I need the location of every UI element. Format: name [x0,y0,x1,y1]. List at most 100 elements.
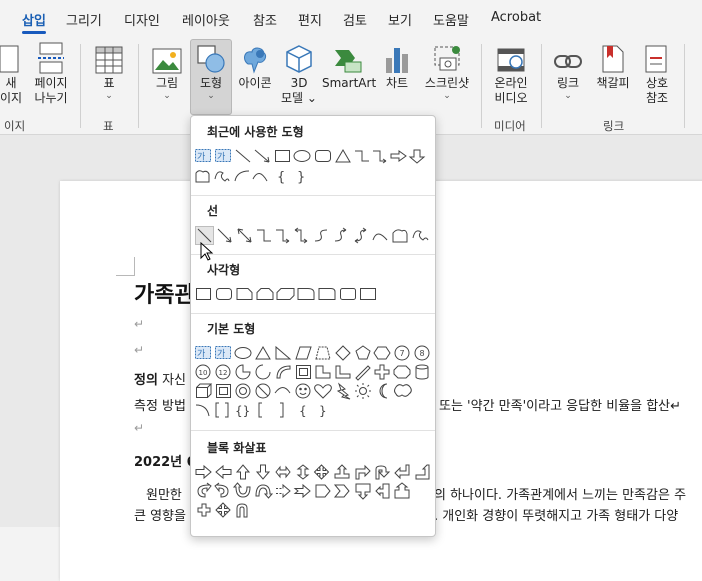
trapezoid-shape-icon[interactable] [315,346,331,360]
rounded-rectangle-icon[interactable] [315,150,331,162]
left-up-arrow-shape-icon[interactable] [394,464,410,480]
down-arrow-shape-icon[interactable] [255,464,271,480]
chart-button[interactable]: 차트 [380,40,414,91]
cube-shape-icon[interactable] [196,383,213,398]
striped-right-arrow-shape-icon[interactable] [276,483,291,499]
left-bracket-shape-icon[interactable] [258,402,262,418]
oval-shape-icon[interactable] [293,150,311,162]
dodecagon-shape-icon[interactable]: 12 [215,364,231,380]
chevron-shape-icon[interactable] [333,484,350,498]
pie-shape-icon[interactable] [235,364,251,380]
round-diagonal-rectangle-icon[interactable] [360,288,376,300]
teardrop-shape-icon[interactable] [276,365,291,379]
tab-insert[interactable]: 삽입 [22,10,46,29]
pentagon-shape-icon[interactable] [355,345,371,360]
quad-arrow-callout-icon[interactable] [197,503,211,517]
octagon-shape-icon[interactable]: 8 [414,345,430,361]
snip-corner-rectangle-icon[interactable] [236,288,253,300]
rounded-rectangle-icon[interactable] [216,288,232,300]
right-arrow-shape-icon[interactable] [195,464,212,480]
smartart-button[interactable]: SmartArt [322,40,376,91]
rectangle-shape-icon[interactable] [275,150,290,162]
freeform-shape-icon[interactable] [195,170,210,183]
page-break-button[interactable]: 페이지 나누기 [30,40,72,106]
curved-right-arrow-shape-icon[interactable] [197,482,212,498]
tab-draw[interactable]: 그리기 [66,10,102,29]
donut-shape-icon[interactable] [235,383,251,399]
curved-arrow-connector-icon[interactable] [334,227,347,242]
tab-help[interactable]: 도움말 [433,10,469,29]
rectangle-shape-icon[interactable] [196,288,211,300]
arrow-line-icon[interactable] [254,149,270,163]
vertical-text-box-icon[interactable]: 가 [215,149,231,163]
left-arrow-shape-icon[interactable] [215,464,232,480]
right-arrow-shape-icon[interactable] [390,150,407,162]
triangle-shape-icon[interactable] [335,149,351,163]
icons-button[interactable]: 아이콘 [236,40,274,91]
half-frame-shape-icon[interactable] [315,365,331,379]
double-arrow-line-icon[interactable] [237,228,252,243]
cloud-shape-icon[interactable] [394,384,412,397]
arc-shape-icon[interactable] [234,170,250,182]
elbow-connector-icon[interactable] [257,229,271,242]
pentagon-arrow-shape-icon[interactable] [315,484,331,498]
arc-shape-icon[interactable] [195,404,210,417]
3d-models-button[interactable]: 3D 모델 ⌄ [280,40,318,106]
curved-double-arrow-connector-icon[interactable] [354,227,367,244]
link-button[interactable]: 링크 ⌄ [550,40,586,101]
heart-shape-icon[interactable] [314,384,332,399]
right-brace-shape-icon[interactable]: } [319,404,327,418]
tab-acrobat[interactable]: Acrobat [491,10,541,25]
tab-mailings[interactable]: 편지 [298,10,322,29]
double-bracket-shape-icon[interactable] [215,402,229,418]
sun-shape-icon[interactable] [355,383,371,399]
left-brace-shape-icon[interactable]: { [299,404,307,418]
frame-shape-icon[interactable] [296,365,311,379]
curved-left-arrow-shape-icon[interactable] [214,482,229,498]
elbow-double-arrow-connector-icon[interactable] [294,227,308,244]
block-arc-shape-icon[interactable] [274,387,291,394]
hexagon-shape-icon[interactable] [373,346,391,360]
bent-arrow-shape-icon[interactable] [355,464,371,480]
left-right-arrow-shape-icon[interactable] [275,465,291,479]
diamond-shape-icon[interactable] [335,345,351,361]
four-way-arrow-icon[interactable] [215,502,231,518]
right-bracket-shape-icon[interactable] [280,402,284,418]
snip-same-side-rectangle-icon[interactable] [256,288,274,300]
right-brace-shape-icon[interactable]: } [297,170,305,185]
smiley-face-icon[interactable] [295,383,311,399]
left-arrow-callout-icon[interactable] [375,483,390,499]
can-shape-icon[interactable] [415,364,429,380]
down-arrow-shape-icon[interactable] [408,149,426,164]
l-shape-icon[interactable] [335,365,351,379]
arrow-line-icon[interactable] [217,228,232,243]
chord-shape-icon[interactable] [255,364,271,380]
online-video-button[interactable]: 온라인 비디오 [488,40,534,106]
decagon-shape-icon[interactable]: 10 [195,364,211,380]
up-down-arrow-shape-icon[interactable] [296,464,310,480]
elbow-arrow-connector-icon[interactable] [373,150,387,164]
text-box-icon[interactable]: 가 [195,346,211,360]
diagonal-stripe-shape-icon[interactable] [355,365,371,381]
tab-references[interactable]: 참조 [253,10,277,29]
scribble-shape-icon[interactable] [412,230,429,241]
quad-arrow-shape-icon[interactable] [313,464,330,480]
shapes-button[interactable]: 도형 ⌄ [190,39,232,115]
round-single-corner-rectangle-icon[interactable] [318,288,336,300]
tab-review[interactable]: 검토 [343,10,367,29]
u-turn-arrow-shape-icon[interactable] [375,465,391,480]
plaque-shape-icon[interactable] [393,365,411,379]
curve-shape-icon[interactable] [372,233,388,241]
screenshot-button[interactable]: 스크린샷 ⌄ [420,40,474,101]
parallelogram-shape-icon[interactable] [295,346,312,360]
curve-shape-icon[interactable] [252,173,268,182]
table-button[interactable]: 표 ⌄ [92,40,126,101]
lightning-bolt-shape-icon[interactable] [336,382,351,400]
tab-view[interactable]: 보기 [388,10,412,29]
line-shape-icon[interactable] [235,149,251,163]
picture-button[interactable]: 그림 ⌄ [150,40,184,101]
left-right-up-arrow-shape-icon[interactable] [334,464,350,479]
circular-arrow-shape-icon[interactable] [236,503,248,518]
tab-layout[interactable]: 레이아웃 [182,10,230,29]
plus-shape-icon[interactable] [374,364,390,380]
